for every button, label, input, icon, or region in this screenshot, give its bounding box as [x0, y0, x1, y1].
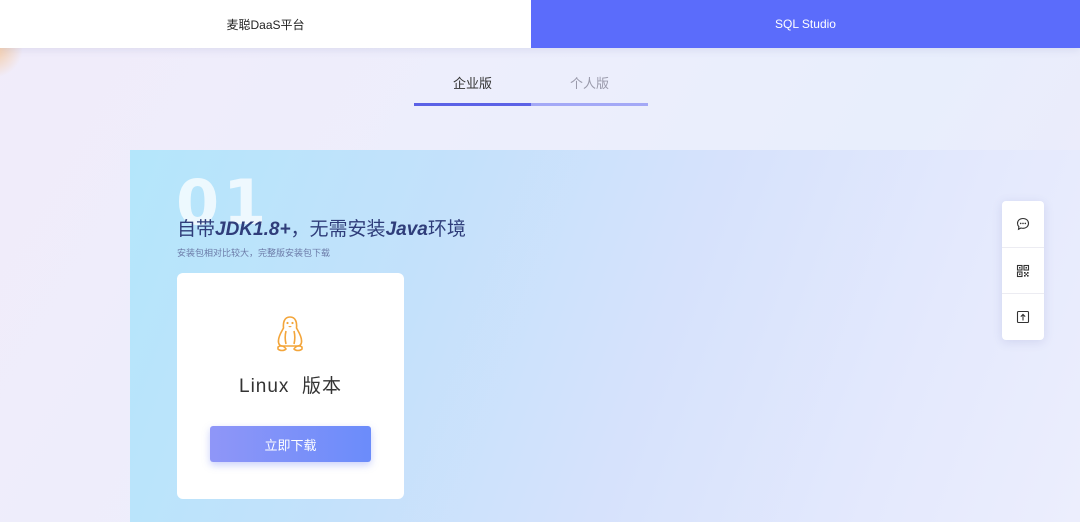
qr-code-icon — [1016, 264, 1030, 277]
qr-code-button[interactable] — [1002, 247, 1044, 293]
tab-daas-platform-label: 麦聪DaaS平台 — [226, 17, 305, 32]
download-now-button[interactable]: 立即下载 — [210, 426, 371, 462]
tab-enterprise-edition[interactable]: 企业版 — [414, 62, 531, 106]
tab-enterprise-label: 企业版 — [452, 76, 492, 91]
tab-sql-studio[interactable]: SQL Studio — [531, 0, 1080, 48]
tab-sql-studio-label: SQL Studio — [775, 17, 836, 31]
linux-download-card: Linux 版本 立即下载 — [177, 273, 404, 499]
chat-button[interactable] — [1002, 201, 1044, 247]
download-panel: 01 自带JDK1.8+，无需安装Java环境 安装包相对比较大，完整版安装包下… — [130, 150, 1080, 522]
tab-daas-platform[interactable]: 麦聪DaaS平台 — [0, 0, 531, 48]
card-title: Linux 版本 — [239, 376, 342, 397]
linux-penguin-icon — [277, 316, 303, 352]
top-product-tabs: 麦聪DaaS平台 SQL Studio — [0, 0, 1080, 48]
edition-tabs: 企业版 个人版 — [414, 62, 648, 106]
tab-personal-edition[interactable]: 个人版 — [531, 62, 648, 106]
chat-icon — [1016, 217, 1030, 231]
title-java: Java — [385, 219, 428, 240]
back-to-top-button[interactable] — [1002, 293, 1044, 339]
feature-title: 自带JDK1.8+，无需安装Java环境 — [177, 214, 466, 241]
floating-side-toolbar — [1002, 201, 1044, 340]
title-jdk: JDK1.8+ — [215, 219, 291, 240]
back-to-top-icon — [1016, 310, 1030, 323]
title-middle: ，无需安装 — [290, 219, 386, 240]
title-suffix: 环境 — [427, 219, 466, 240]
feature-subtitle: 安装包相对比较大，完整版安装包下载 — [177, 248, 331, 258]
tab-personal-label: 个人版 — [569, 76, 609, 91]
title-prefix: 自带 — [177, 219, 216, 240]
